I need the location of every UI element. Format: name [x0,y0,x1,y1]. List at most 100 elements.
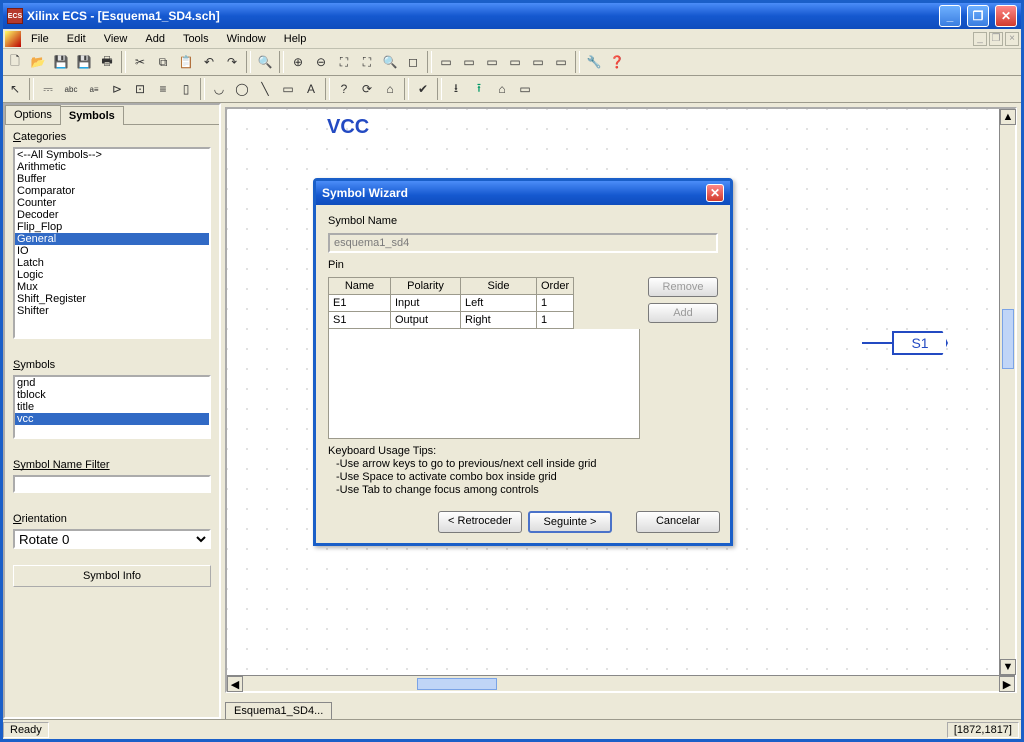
print-icon[interactable]: 🖶 [96,51,118,73]
window-minimize-button[interactable]: _ [939,5,961,27]
line-icon[interactable]: ╲ [254,78,276,100]
back-button[interactable]: < Retroceder [438,511,522,533]
tool-wrench-icon[interactable]: 🔧 [583,51,605,73]
remove-button[interactable]: Remove [648,277,718,297]
menu-view[interactable]: View [96,31,136,47]
hscroll-thumb[interactable] [417,678,497,690]
category-item[interactable]: Counter [15,197,209,209]
zoom-out-icon[interactable]: ⊖ [310,51,332,73]
category-item[interactable]: Latch [15,257,209,269]
symbol-info-button[interactable]: Symbol Info [13,565,211,587]
circle-icon[interactable]: ◯ [231,78,253,100]
tab-options[interactable]: Options [5,105,61,124]
pop-icon[interactable]: ⌂ [491,78,513,100]
pin-grid[interactable]: Name Polarity Side Order E1InputLeft1S1O… [328,277,574,329]
scroll-down-icon[interactable]: ▼ [1000,659,1016,675]
check-icon[interactable]: ✔ [412,78,434,100]
menu-help[interactable]: Help [276,31,315,47]
menu-file[interactable]: File [23,31,57,47]
category-item[interactable]: Arithmetic [15,161,209,173]
hierarchy-icon[interactable]: ⌂ [379,78,401,100]
menu-tools[interactable]: Tools [175,31,217,47]
help-small-icon[interactable]: ? [333,78,355,100]
undo-icon[interactable]: ↶ [198,51,220,73]
category-item[interactable]: Mux [15,281,209,293]
save-icon[interactable]: 💾 [50,51,72,73]
category-item[interactable]: Decoder [15,209,209,221]
window-cascade-icon[interactable]: ▭ [435,51,457,73]
window-maximize-button[interactable]: ❐ [967,5,989,27]
category-item[interactable]: IO [15,245,209,257]
new-icon[interactable]: 🗋 [4,51,26,73]
paste-icon[interactable]: 📋 [175,51,197,73]
bus-icon[interactable]: ≡ [152,78,174,100]
window-split-icon[interactable]: ▭ [527,51,549,73]
category-item[interactable]: <--All Symbols--> [15,149,209,161]
io-marker-icon[interactable]: ⊡ [129,78,151,100]
symbol-icon[interactable]: ▯ [175,78,197,100]
push-down-icon[interactable]: ⭳ [445,78,467,100]
wire-icon[interactable]: ⎓ [37,78,59,100]
vscroll-thumb[interactable] [1002,309,1014,369]
save-all-icon[interactable]: 💾 [73,51,95,73]
net-name-icon[interactable]: abc [60,78,82,100]
horizontal-scrollbar[interactable]: ◀ ▶ [227,675,1015,691]
rename-icon[interactable]: a≡ [83,78,105,100]
push-up-icon[interactable]: ⭱ [468,78,490,100]
add-button[interactable]: Add [648,303,718,323]
zoom-in-icon[interactable]: ⊕ [287,51,309,73]
category-item[interactable]: Flip_Flop [15,221,209,233]
rect-icon[interactable]: ▭ [277,78,299,100]
vertical-scrollbar[interactable]: ▲ ▼ [999,109,1015,675]
window-tilev-icon[interactable]: ▭ [458,51,480,73]
window-tileh-icon[interactable]: ▭ [481,51,503,73]
scroll-right-icon[interactable]: ▶ [999,676,1015,692]
pin-grid-empty[interactable] [328,329,640,439]
zoom-area-icon[interactable]: 🔍 [379,51,401,73]
mdi-minimize-button[interactable]: _ [973,32,987,46]
zoom-full-icon[interactable]: ◻ [402,51,424,73]
select-icon[interactable]: ↖ [4,78,26,100]
symbol-item[interactable]: tblock [15,389,209,401]
menu-edit[interactable]: Edit [59,31,94,47]
pin-row[interactable]: E1InputLeft1 [329,295,574,312]
flat-icon[interactable]: ▭ [514,78,536,100]
mdi-close-button[interactable]: × [1005,32,1019,46]
category-item[interactable]: Shifter [15,305,209,317]
copy-icon[interactable]: ⧉ [152,51,174,73]
cut-icon[interactable]: ✂ [129,51,151,73]
symbol-item[interactable]: title [15,401,209,413]
category-item[interactable]: General [15,233,209,245]
tab-symbols[interactable]: Symbols [60,106,124,125]
orientation-select[interactable]: Rotate 0 [13,529,211,549]
redo-icon[interactable]: ↷ [221,51,243,73]
window-tile2-icon[interactable]: ▭ [504,51,526,73]
text-icon[interactable]: A [300,78,322,100]
category-item[interactable]: Logic [15,269,209,281]
help-context-icon[interactable]: ❓ [606,51,628,73]
menu-add[interactable]: Add [137,31,173,47]
categories-list[interactable]: <--All Symbols-->ArithmeticBufferCompara… [13,147,211,339]
bus-tap-icon[interactable]: ⊳ [106,78,128,100]
symbols-list[interactable]: gndtblocktitlevcc [13,375,211,439]
window-panes-icon[interactable]: ▭ [550,51,572,73]
arc-icon[interactable]: ◡ [208,78,230,100]
next-button[interactable]: Seguinte > [528,511,612,533]
zoom-fit-icon[interactable]: ⛶ [333,51,355,73]
open-icon[interactable]: 📂 [27,51,49,73]
dialog-close-button[interactable]: ✕ [706,184,724,202]
cancel-button[interactable]: Cancelar [636,511,720,533]
category-item[interactable]: Comparator [15,185,209,197]
scroll-left-icon[interactable]: ◀ [227,676,243,692]
window-close-button[interactable]: ✕ [995,5,1017,27]
category-item[interactable]: Buffer [15,173,209,185]
symbol-item[interactable]: gnd [15,377,209,389]
menu-window[interactable]: Window [219,31,274,47]
port-marker[interactable]: S1 [862,331,948,355]
symbol-item[interactable]: vcc [15,413,209,425]
category-item[interactable]: Shift_Register [15,293,209,305]
document-tab[interactable]: Esquema1_SD4... [225,702,332,719]
scroll-up-icon[interactable]: ▲ [1000,109,1016,125]
refresh-icon[interactable]: ⟳ [356,78,378,100]
pin-row[interactable]: S1OutputRight1 [329,312,574,329]
